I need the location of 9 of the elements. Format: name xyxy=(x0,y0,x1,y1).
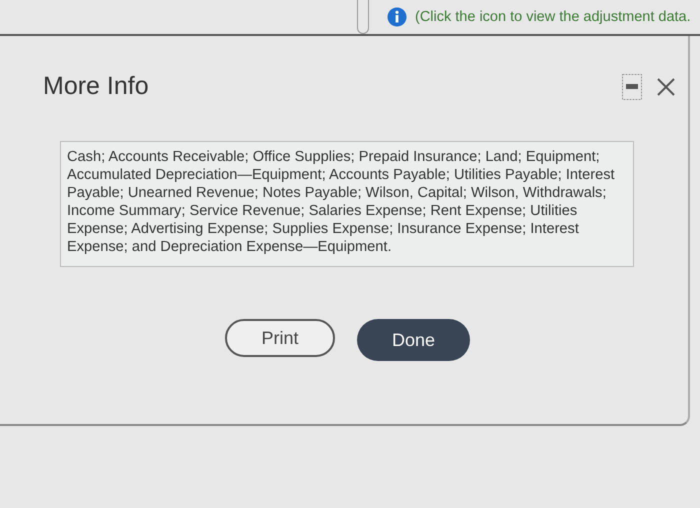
hint-text: (Click the icon to view the adjustment data. xyxy=(415,9,691,25)
info-icon[interactable] xyxy=(387,7,407,27)
print-button[interactable]: Print xyxy=(225,319,335,357)
info-text: Cash; Accounts Receivable; Office Supplies; Prepaid Insurance; Land; Equipment; Accumulated Depreciation—Equipment; Accounts Payable; Utilities Payable; Interest Payable; Unearned Revenue; Notes Payable; Wilson, Capital; Wilson, Withdrawals; Income Summary; Service Revenue; Salaries Expense; Rent Expense; Utilities Expense; Advertising Expense; Supplies Expense; Insurance Expense; Interest Expense; and Depreciation Expense—Equipment. xyxy=(60,141,634,267)
done-button[interactable]: Done xyxy=(357,319,470,361)
dialog-title: More Info xyxy=(43,72,149,101)
close-icon[interactable] xyxy=(656,76,676,96)
minimize-icon[interactable] xyxy=(622,74,642,100)
scroll-handle[interactable] xyxy=(357,0,369,34)
